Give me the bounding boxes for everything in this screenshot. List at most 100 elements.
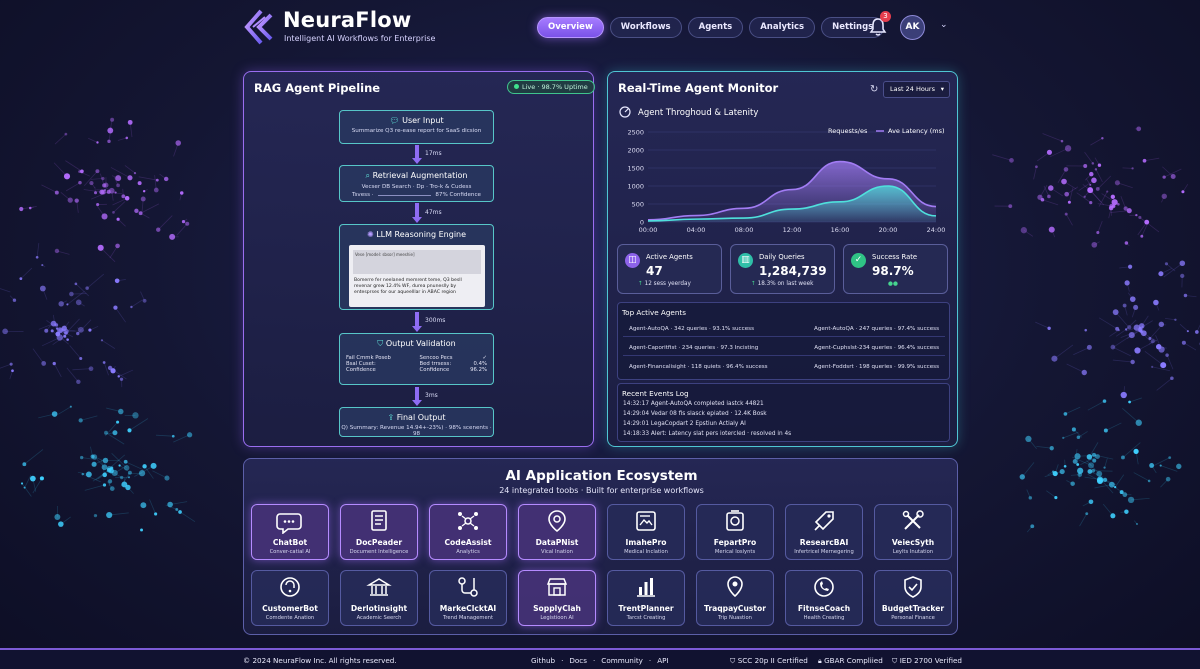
node-user-input[interactable]: 💬︎ User Input Summarize Q3 re-ease repor… xyxy=(339,110,494,144)
circuit-node xyxy=(1160,362,1167,369)
nav-workflows[interactable]: Workflows xyxy=(609,17,682,38)
circuit-node xyxy=(112,430,118,436)
app-tile-markeclcktai[interactable]: MarkeClcktAI Trend Management xyxy=(429,570,507,626)
app-tile-fepartpro[interactable]: FepartPro Merical Ioslynts xyxy=(696,504,774,560)
circuit-trace xyxy=(1122,442,1141,458)
circuit-node xyxy=(1141,325,1144,328)
circuit-trace xyxy=(104,432,115,435)
circuit-node xyxy=(53,323,57,326)
footer-link-community[interactable]: Community xyxy=(601,656,643,665)
circuit-trace xyxy=(1114,474,1125,488)
circuit-node xyxy=(64,331,68,335)
circuit-node xyxy=(1133,448,1139,454)
refresh-icon[interactable]: ↻ xyxy=(870,84,878,95)
app-tile-chatbot[interactable]: ChatBot Conver-catial AI xyxy=(251,504,329,560)
flow-arrow xyxy=(412,145,422,164)
app-tile-sopplyclah[interactable]: SopplyClah Legistioon AI xyxy=(518,570,596,626)
circuit-trace xyxy=(992,154,1012,161)
circuit-node xyxy=(107,127,114,134)
circuit-trace xyxy=(141,198,144,214)
circuit-trace xyxy=(84,484,105,491)
circuit-node xyxy=(1138,323,1145,329)
agent-row[interactable]: Agent-Financalisight · 118 quiets · 96.4… xyxy=(623,360,945,375)
app-tile-researcbai[interactable]: ResearcBAI Infertricel Mernegering xyxy=(785,504,863,560)
circuit-trace xyxy=(154,175,157,191)
circuit-trace xyxy=(88,137,98,143)
footer-link-api[interactable]: API xyxy=(657,656,668,665)
circuit-node xyxy=(132,412,139,419)
brand-name[interactable]: NeuraFlow xyxy=(283,8,411,32)
circuit-trace xyxy=(103,362,109,376)
circuit-node xyxy=(1133,324,1141,331)
app-tile-codeassist[interactable]: CodeAssist Analytics xyxy=(429,504,507,560)
time-range-select[interactable]: Last 24 Hours ▾ xyxy=(883,81,950,98)
app-tile-datapnist[interactable]: DataPNist Vical Ination xyxy=(518,504,596,560)
events-log-title: Recent Events Log xyxy=(622,389,689,398)
circuit-trace xyxy=(1073,347,1090,356)
circuit-node xyxy=(102,483,107,487)
app-description: Analytics xyxy=(456,549,480,555)
circuit-trace xyxy=(183,218,188,222)
circuit-trace xyxy=(110,167,131,179)
circuit-node xyxy=(1103,466,1106,469)
circuit-node xyxy=(167,501,173,508)
circuit-node xyxy=(1019,474,1025,480)
node-final-output[interactable]: ⇪ Final Output Q) Summary: Revenue 14.94… xyxy=(339,407,494,437)
app-tile-imahepro[interactable]: ImahePro Medical Inclation xyxy=(607,504,685,560)
circuit-node xyxy=(54,323,59,327)
footer-link-docs[interactable]: Docs xyxy=(569,656,587,665)
app-tile-docpeader[interactable]: DocPeader Document Intelligence xyxy=(340,504,418,560)
node-retrieval[interactable]: ⌕ Retrieval Augmentation Vecser DB Searc… xyxy=(339,165,494,202)
circuit-trace xyxy=(1120,329,1141,338)
app-tile-traqpaycustor[interactable]: TraqpayCustor Trip Nuastion xyxy=(696,570,774,626)
node-llm-engine[interactable]: ✺ LLM Reasoning Engine Vese [model: sbso… xyxy=(339,224,494,310)
node-output-validation[interactable]: ⛉ Output Validation Fail Cmmk Poseb Senc… xyxy=(339,333,494,385)
agent-entry: Agent-AutoQA · 342 queries · 93.1% succe… xyxy=(629,326,754,332)
chevron-down-icon[interactable]: ⌄ xyxy=(940,20,948,30)
nav-agents[interactable]: Agents xyxy=(687,17,744,38)
circuit-node xyxy=(123,465,130,471)
circuit-node xyxy=(1110,513,1116,519)
circuit-node xyxy=(66,303,69,306)
app-description: Trend Management xyxy=(442,615,494,621)
circuit-node xyxy=(1128,264,1133,269)
circuit-node xyxy=(1186,330,1189,333)
tools-icon xyxy=(902,510,924,530)
circuit-trace xyxy=(1122,408,1140,424)
throughput-chart: 0500100015002000250000:00 04:00 08:00 12:00… xyxy=(627,127,945,234)
circuit-trace xyxy=(1087,473,1101,482)
nav-overview[interactable]: Overview xyxy=(537,17,604,38)
circuit-node xyxy=(1081,369,1087,376)
circuit-trace xyxy=(111,175,119,179)
footer-link-github[interactable]: Github xyxy=(531,656,555,665)
circuit-trace xyxy=(21,483,32,497)
user-avatar[interactable]: AK xyxy=(900,15,925,40)
nav-analytics[interactable]: Analytics xyxy=(749,17,816,38)
circuit-node xyxy=(56,334,63,341)
app-tile-fitnsecoach[interactable]: FitnseCoach Health Creating xyxy=(785,570,863,626)
circuit-trace xyxy=(38,413,55,419)
agent-row[interactable]: Agent-AutoQA · 342 queries · 93.1% succe… xyxy=(623,322,945,337)
app-tile-trentplanner[interactable]: TrentPlanner Tarcst Creating xyxy=(607,570,685,626)
circuit-trace xyxy=(83,170,98,187)
circuit-node xyxy=(185,221,190,226)
circuit-node xyxy=(1165,476,1171,482)
circuit-node xyxy=(1170,376,1174,381)
node-validation-title: ⛉ Output Validation xyxy=(377,339,456,348)
app-tile-budgettracker[interactable]: BudgetTracker Personal Finance xyxy=(874,570,952,626)
app-tile-derlotinsight[interactable]: Derlotinsight Academic Seerch xyxy=(340,570,418,626)
app-tile-veiecsyth[interactable]: VeiecSyth Leylts Inutation xyxy=(874,504,952,560)
app-description: Merical Ioslynts xyxy=(714,549,756,555)
circuit-node xyxy=(113,305,118,310)
app-tile-customerbot[interactable]: CustomerBot Comdente Anation xyxy=(251,570,329,626)
circuit-node xyxy=(1086,454,1093,460)
circuit-node xyxy=(1030,524,1035,529)
arrow-up-icon: ↑ xyxy=(751,281,758,287)
agent-row[interactable]: Agent-Caporitfist · 234 queries · 97.3 I… xyxy=(623,341,945,356)
circuit-node xyxy=(1183,293,1188,298)
store-icon xyxy=(546,578,568,596)
agent-entry: Agent-AutoQA · 247 queries · 97.4% succe… xyxy=(814,326,939,332)
circuit-node xyxy=(63,173,71,180)
app-description: Health Creating xyxy=(803,615,845,621)
circuit-trace xyxy=(1023,229,1034,237)
